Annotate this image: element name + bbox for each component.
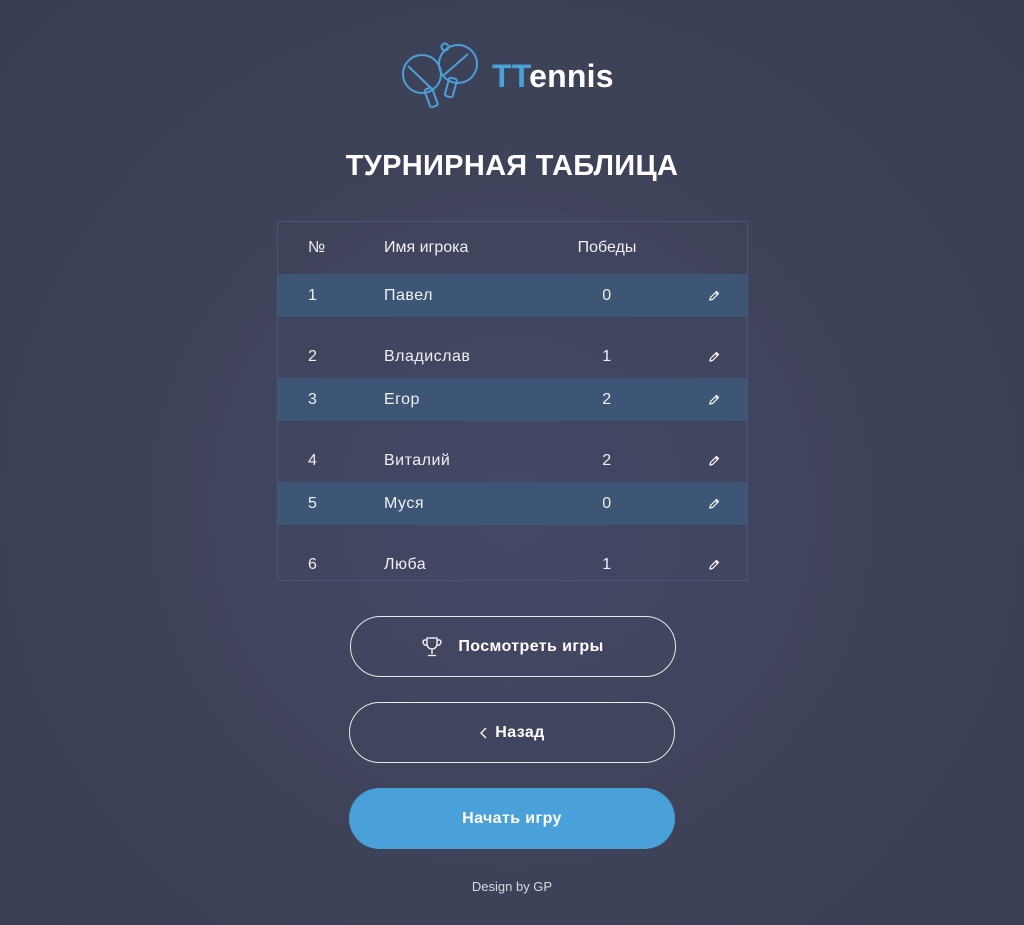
player-wins: 1 bbox=[602, 555, 612, 573]
back-button[interactable]: Назад bbox=[349, 702, 675, 763]
player-wins: 2 bbox=[602, 451, 612, 469]
pencil-icon[interactable] bbox=[708, 290, 720, 302]
pencil-icon[interactable] bbox=[708, 455, 720, 467]
player-wins: 0 bbox=[602, 494, 612, 512]
back-label: Назад bbox=[495, 723, 545, 741]
row-number: 2 bbox=[308, 347, 318, 365]
row-number: 4 bbox=[308, 451, 318, 469]
row-number: 1 bbox=[308, 286, 318, 304]
player-name: Виталий bbox=[384, 451, 451, 469]
footer-credit: Design by GP bbox=[471, 879, 553, 894]
player-wins: 0 bbox=[602, 286, 612, 304]
row-number: 3 bbox=[308, 390, 318, 408]
ping-pong-paddles-icon bbox=[402, 42, 478, 109]
table-row: 1 Павел 0 bbox=[278, 274, 747, 326]
row-number: 5 bbox=[308, 494, 318, 512]
table-row: 4 Виталий 2 bbox=[278, 430, 747, 482]
column-header-wins: Победы bbox=[577, 239, 637, 256]
start-game-label: Начать игру bbox=[462, 809, 562, 827]
row-number: 6 bbox=[308, 555, 318, 573]
start-game-button[interactable]: Начать игру bbox=[349, 788, 675, 849]
trophy-icon bbox=[422, 636, 442, 656]
view-games-button[interactable]: Посмотреть игры bbox=[350, 616, 676, 677]
player-name: Егор bbox=[384, 390, 420, 408]
table-header: № Имя игрока Победы bbox=[278, 222, 747, 274]
table-row: 3 Егор 2 bbox=[278, 378, 747, 430]
app-logo-text: TTennis bbox=[492, 57, 614, 94]
table-row: 5 Муся 0 bbox=[278, 482, 747, 534]
chevron-left-icon bbox=[480, 727, 487, 738]
player-name: Павел bbox=[384, 286, 433, 304]
player-name: Люба bbox=[384, 555, 427, 573]
player-name: Владислав bbox=[384, 347, 471, 365]
column-header-player-name: Имя игрока bbox=[384, 239, 469, 256]
table-row: 6 Люба 1 bbox=[278, 534, 747, 586]
player-wins: 1 bbox=[602, 347, 612, 365]
table-row: 2 Владислав 1 bbox=[278, 326, 747, 378]
pencil-icon[interactable] bbox=[708, 498, 720, 510]
page-title: ТУРНИРНАЯ ТАБЛИЦА bbox=[345, 150, 679, 182]
player-wins: 2 bbox=[602, 390, 612, 408]
pencil-icon[interactable] bbox=[708, 394, 720, 406]
standings-table: № Имя игрока Победы 1 Павел 0 2 Владисла… bbox=[277, 221, 748, 581]
column-header-number: № bbox=[308, 239, 326, 256]
pencil-icon[interactable] bbox=[708, 351, 720, 363]
pencil-icon[interactable] bbox=[708, 559, 720, 571]
view-games-label: Посмотреть игры bbox=[458, 637, 604, 655]
player-name: Муся bbox=[384, 494, 424, 512]
logo: TTennis bbox=[400, 40, 614, 112]
